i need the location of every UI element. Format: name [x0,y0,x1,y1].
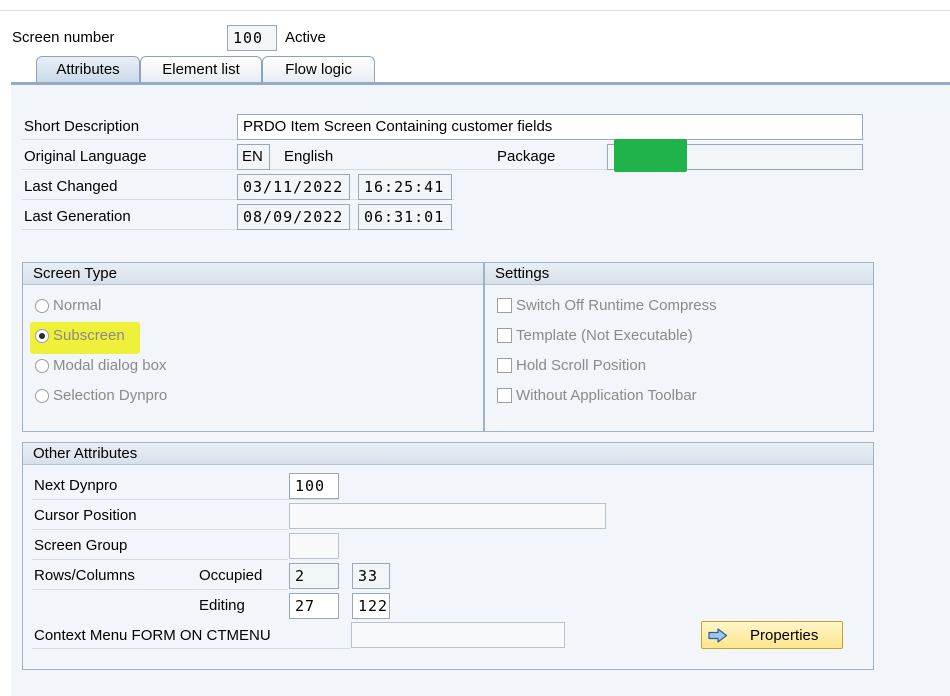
next-dynpro-label: Next Dynpro [34,477,118,494]
settings-title: Settings [485,263,873,285]
last-generation-date-field[interactable]: 08/09/2022 [237,204,350,230]
row-divider [32,589,288,590]
language-code-field[interactable]: EN [237,144,270,170]
checkbox-without-application-toolbar[interactable] [497,388,512,403]
cursor-position-label: Cursor Position [34,507,137,524]
screen-type-title: Screen Type [23,263,483,285]
short-description-label: Short Description [24,118,140,135]
cursor-position-field[interactable] [289,503,606,529]
screen-group-field[interactable] [289,533,339,559]
arrow-right-icon [708,628,728,643]
setting-runtime-compress-label: Switch Off Runtime Compress [516,297,717,314]
top-divider [0,10,950,11]
occupied-label: Occupied [199,567,263,584]
next-dynpro-field[interactable]: 100 [289,473,339,499]
context-menu-label: Context Menu FORM ON CTMENU [34,627,271,644]
editing-columns-field[interactable]: 122 [352,593,390,619]
screen-status: Active [285,29,326,46]
tab-attributes[interactable]: Attributes [36,56,140,83]
row-divider [32,529,288,530]
properties-button-label: Properties [750,627,819,644]
setting-template-label: Template (Not Executable) [516,327,693,344]
row-divider [32,648,350,649]
package-label: Package [497,148,556,165]
checkbox-hold-scroll-position[interactable] [497,358,512,373]
setting-hold-scroll-label: Hold Scroll Position [516,357,647,374]
context-menu-field[interactable] [351,622,565,648]
other-attributes-title: Other Attributes [23,443,873,465]
editing-label: Editing [199,597,245,614]
screen-type-normal-label: Normal [53,297,102,314]
screen-type-subscreen-label: Subscreen [53,327,125,344]
settings-group: Settings [484,262,874,432]
radio-normal[interactable] [35,299,49,313]
screen-group-label: Screen Group [34,537,128,554]
screen-number-field[interactable]: 100 [227,25,277,51]
occupied-columns-field[interactable]: 33 [352,563,390,589]
screen-type-selection-label: Selection Dynpro [53,387,168,404]
setting-without-toolbar-label: Without Application Toolbar [516,387,697,404]
screen-number-label: Screen number [12,29,115,46]
editing-rows-field[interactable]: 27 [289,593,339,619]
original-language-label: Original Language [24,148,147,165]
last-changed-label: Last Changed [24,178,118,195]
last-changed-date-field[interactable]: 03/11/2022 [237,174,350,200]
short-description-field[interactable]: PRDO Item Screen Containing customer fie… [237,114,863,140]
radio-modal-dialog-box[interactable] [35,359,49,373]
last-changed-time-field[interactable]: 16:25:41 [358,174,452,200]
checkbox-switch-off-runtime-compress[interactable] [497,298,512,313]
last-generation-label: Last Generation [24,208,131,225]
occupied-rows-field[interactable]: 2 [289,563,339,589]
last-generation-time-field[interactable]: 06:31:01 [358,204,452,230]
tab-element-list[interactable]: Element list [140,56,262,83]
redaction-mask [614,139,687,172]
tab-flow-logic[interactable]: Flow logic [262,56,375,83]
radio-selection-dynpro[interactable] [35,389,49,403]
checkbox-template-not-executable[interactable] [497,328,512,343]
properties-button[interactable]: Properties [701,621,843,649]
language-name: English [284,148,334,165]
row-divider [32,499,339,500]
row-divider [32,559,288,560]
rows-columns-label: Rows/Columns [34,567,135,584]
screen-type-modal-label: Modal dialog box [53,357,167,374]
radio-subscreen[interactable] [35,329,49,343]
